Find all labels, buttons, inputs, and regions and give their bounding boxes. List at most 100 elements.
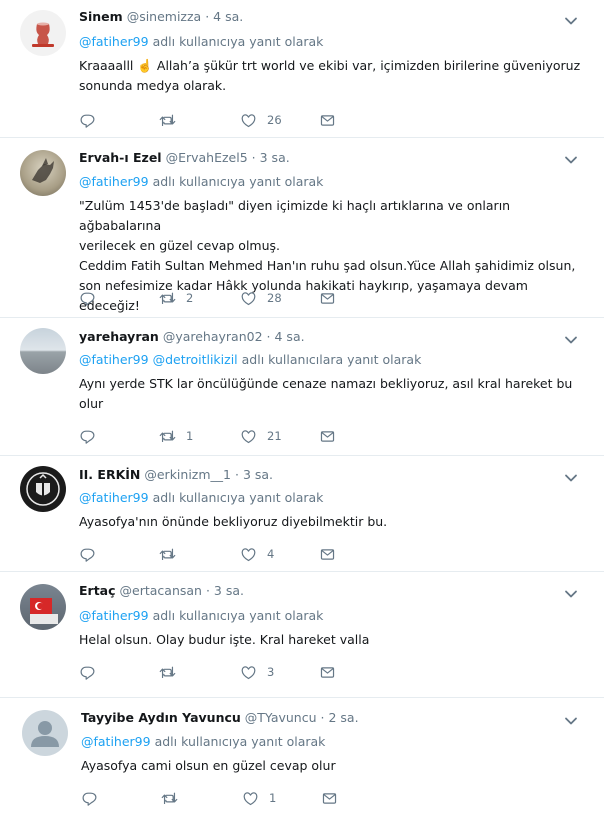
chevron-down-icon[interactable] [564,716,578,726]
direct-message-button[interactable] [321,789,338,807]
default-user-avatar[interactable] [22,710,68,756]
tweet-actions: 1 [81,789,351,807]
reply-context: @fatiher99 adlı kullanıcıya yanıt olarak [79,608,323,623]
mention-link[interactable]: @fatiher99 [79,174,149,189]
author-name[interactable]: Tayyibe Aydın Yavuncu [81,710,241,725]
reply-icon [79,112,96,129]
crest-avatar[interactable] [20,466,66,512]
reply-button[interactable] [81,789,98,807]
mention-link[interactable]: @fatiher99 [79,352,149,367]
chevron-down-icon[interactable] [564,155,578,165]
timestamp[interactable]: 4 sa. [213,9,243,24]
tweet[interactable]: Tayyibe Aydın Yavuncu @TYavuncu · 2 sa. … [0,698,604,816]
tweet-text-line: "Zulüm 1453'de başladı" diyen içimizde k… [79,198,511,233]
tweet-text-line: verilecek en güzel cevap olmuş. [79,238,281,253]
reply-icon [81,790,98,807]
author-handle[interactable]: @ertacansan [120,583,202,598]
tweet[interactable]: Ertaç @ertacansan · 3 sa. @fatiher99 adl… [0,572,604,698]
heart-icon [240,290,257,307]
like-count: 28 [267,291,282,305]
timestamp[interactable]: 3 sa. [243,467,273,482]
timestamp[interactable]: 4 sa. [275,329,305,344]
tweet[interactable]: Sinem @sinemizza · 4 sa. @fatiher99 adlı… [0,0,604,138]
mention-link[interactable]: @fatiher99 [79,608,149,623]
tweet-text: Ayasofya cami olsun en güzel cevap olur [81,756,586,776]
tea-glass-avatar[interactable] [20,10,66,56]
author-handle[interactable]: @sinemizza [127,9,202,24]
tweet-text-line: Aynı yerde STK lar öncülüğünde cenaze na… [79,376,573,391]
mention-link[interactable]: @fatiher99 [81,734,151,749]
envelope-icon [319,664,336,681]
reply-context: @fatiher99 adlı kullanıcıya yanıt olarak [81,734,325,749]
reply-button[interactable] [79,111,96,129]
mention-link[interactable]: @detroitlikizil [153,352,238,367]
author-handle[interactable]: @yarehayran02 [163,329,263,344]
timestamp[interactable]: 2 sa. [328,710,358,725]
envelope-icon [319,428,336,445]
tweet[interactable]: II. ERKİN @erkinizm__1 · 3 sa. @fatiher9… [0,456,604,572]
like-button[interactable]: 26 [240,111,282,129]
reply-button[interactable] [79,545,96,563]
retweet-button[interactable] [159,111,186,129]
tweet-actions: 3 [79,663,349,681]
retweet-button[interactable] [159,545,186,563]
like-button[interactable]: 1 [242,789,276,807]
direct-message-button[interactable] [319,663,336,681]
retweet-button[interactable] [161,789,188,807]
reply-button[interactable] [79,289,96,307]
like-button[interactable]: 28 [240,289,282,307]
author-name[interactable]: Ertaç [79,583,116,598]
retweet-icon [159,290,176,307]
timestamp[interactable]: 3 sa. [214,583,244,598]
mention-link[interactable]: @fatiher99 [79,34,149,49]
separator-dot: · [205,583,210,598]
mention-link[interactable]: @fatiher99 [79,490,149,505]
like-button[interactable]: 21 [240,427,282,445]
author-handle[interactable]: @TYavuncu [245,710,317,725]
separator-dot: · [205,9,210,24]
timestamp[interactable]: 3 sa. [260,150,290,165]
direct-message-button[interactable] [319,427,336,445]
reply-context-label: adlı kullanıcılara yanıt olarak [241,352,422,367]
chevron-down-icon[interactable] [564,335,578,345]
reply-icon [79,546,96,563]
direct-message-button[interactable] [319,289,336,307]
reply-button[interactable] [79,427,96,445]
author-name[interactable]: Sinem [79,9,123,24]
tweet-actions: 1 21 [79,427,349,445]
landscape-avatar[interactable] [20,328,66,374]
direct-message-button[interactable] [319,111,336,129]
tweet-text-line: Helal olsun. Olay budur işte. Kral harek… [79,632,370,647]
tweet-text-line: olur [79,396,104,411]
reply-button[interactable] [79,663,96,681]
heart-icon [242,790,259,807]
reply-context-label: adlı kullanıcıya yanıt olarak [152,174,324,189]
chevron-down-icon[interactable] [564,589,578,599]
chevron-down-icon[interactable] [564,473,578,483]
envelope-icon [319,546,336,563]
like-count: 21 [267,429,282,443]
flag-avatar[interactable] [20,584,66,630]
tweet[interactable]: yarehayran @yarehayran02 · 4 sa. @fatihe… [0,318,604,456]
author-name[interactable]: yarehayran [79,329,159,344]
direct-message-button[interactable] [319,545,336,563]
retweet-icon [159,428,176,445]
horse-avatar[interactable] [20,150,66,196]
retweet-button[interactable]: 2 [159,289,193,307]
tweet-text-line: Kraaaalll ☝️ Allah’a şükür trt world ve … [79,58,581,73]
envelope-icon [321,790,338,807]
tweet[interactable]: Ervah-ı Ezel @ErvahEzel5 · 3 sa. @fatihe… [0,138,604,318]
retweet-button[interactable] [159,663,186,681]
chevron-down-icon[interactable] [564,16,578,26]
like-button[interactable]: 3 [240,663,274,681]
author-handle[interactable]: @ErvahEzel5 [166,150,248,165]
tweet-text-line: Ayasofya cami olsun en güzel cevap olur [81,758,336,773]
like-button[interactable]: 4 [240,545,274,563]
author-handle[interactable]: @erkinizm__1 [144,467,231,482]
separator-dot: · [266,329,271,344]
heart-icon [240,664,257,681]
like-count: 4 [267,547,275,561]
author-name[interactable]: II. ERKİN [79,467,140,482]
author-name[interactable]: Ervah-ı Ezel [79,150,162,165]
retweet-button[interactable]: 1 [159,427,193,445]
